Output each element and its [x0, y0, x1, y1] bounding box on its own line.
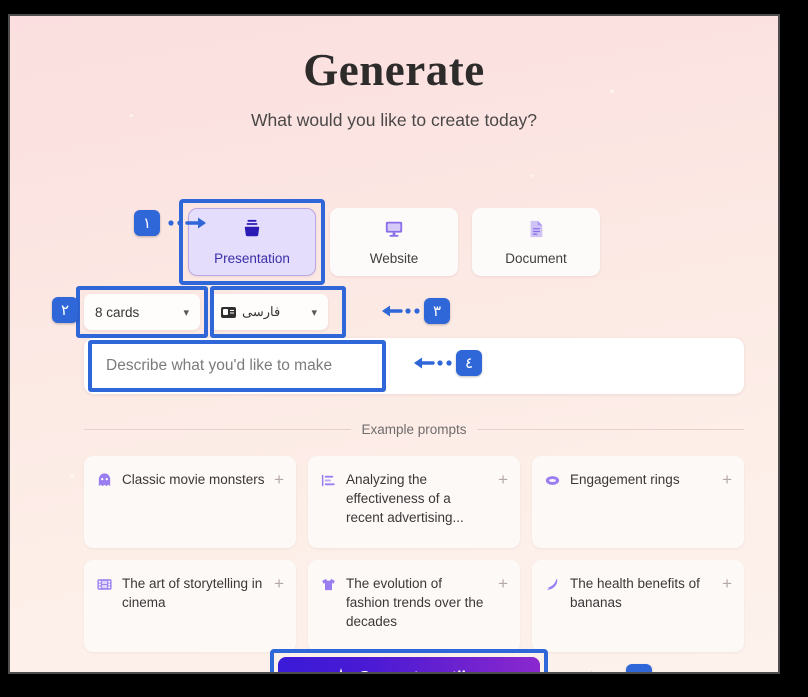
annotation-badge-4: ٤ [456, 350, 482, 376]
add-prompt-icon[interactable]: + [498, 471, 508, 488]
example-prompt-text: The evolution of fashion trends over the… [346, 576, 484, 630]
presentation-type-label: Presentation [214, 250, 290, 266]
generate-page: Generate What would you like to create t… [10, 44, 778, 672]
document-type-label: Document [505, 250, 567, 266]
sparkle-decoration [130, 114, 133, 117]
sparkle-icon [333, 667, 349, 672]
banana-icon [544, 576, 561, 593]
annotation-badge-2: ٢ [52, 297, 78, 323]
annotation-arrow-left-3 [374, 300, 422, 322]
example-prompt-text: The health benefits of bananas [570, 576, 700, 611]
document-type-card[interactable]: Document [472, 208, 600, 276]
annotation-highlight-card-count [76, 286, 208, 338]
generate-outline-label: Generate outline [358, 669, 484, 672]
page-title: Generate [303, 45, 485, 95]
annotation-badge-5: ٥ [626, 664, 652, 672]
sparkle-decoration [530, 174, 533, 177]
generate-outline-button[interactable]: Generate outline [278, 657, 540, 672]
example-prompts-label: Example prompts [361, 422, 467, 437]
bar-chart-icon [320, 472, 337, 489]
add-prompt-icon[interactable]: + [498, 575, 508, 592]
tshirt-icon [320, 576, 337, 593]
presentation-icon [241, 219, 263, 244]
example-prompt-card[interactable]: The health benefits of bananas + [532, 560, 744, 652]
example-prompts-grid: Classic movie monsters + Analyzing the e… [84, 456, 744, 652]
example-prompt-text: Classic movie monsters [122, 472, 265, 487]
sparkle-decoration [610, 89, 614, 93]
app-window: Generate What would you like to create t… [8, 14, 780, 674]
annotation-arrow-right-1 [166, 212, 214, 234]
example-prompt-card[interactable]: The art of storytelling in cinema + [84, 560, 296, 652]
example-prompt-card[interactable]: Engagement rings + [532, 456, 744, 548]
annotation-badge-1: ١ [134, 210, 160, 236]
example-prompt-card[interactable]: The evolution of fashion trends over the… [308, 560, 520, 652]
annotation-badge-3: ٣ [424, 298, 450, 324]
page-subtitle: What would you like to create today? [251, 110, 537, 130]
document-icon [525, 219, 547, 244]
annotation-highlight-language [210, 286, 346, 338]
ring-icon [544, 472, 561, 489]
example-prompt-text: The art of storytelling in cinema [122, 576, 263, 611]
example-prompt-text: Engagement rings [570, 472, 680, 487]
add-prompt-icon[interactable]: + [274, 575, 284, 592]
annotation-arrow-left-5 [576, 666, 624, 672]
divider-line [476, 429, 745, 430]
content-type-selector: Presentation Website Document [10, 199, 778, 285]
website-type-label: Website [369, 250, 419, 266]
film-strip-icon [96, 576, 113, 593]
add-prompt-icon[interactable]: + [274, 471, 284, 488]
ghost-icon [96, 472, 113, 489]
divider-line [84, 429, 352, 430]
example-prompt-card[interactable]: Classic movie monsters + [84, 456, 296, 548]
sparkle-decoration [70, 474, 74, 478]
website-type-card[interactable]: Website [330, 208, 458, 276]
prompt-placeholder: Describe what you'd like to make [106, 357, 333, 374]
example-prompts-divider: Example prompts [84, 422, 745, 437]
example-prompt-text: Analyzing the effectiveness of a recent … [346, 472, 464, 526]
annotation-arrow-left-4 [406, 352, 454, 374]
add-prompt-icon[interactable]: + [722, 471, 732, 488]
monitor-icon [383, 219, 405, 244]
example-prompt-card[interactable]: Analyzing the effectiveness of a recent … [308, 456, 520, 548]
generate-outline-wrapper: Generate outline [270, 649, 548, 672]
prompt-input[interactable]: Describe what you'd like to make [88, 340, 386, 392]
add-prompt-icon[interactable]: + [722, 575, 732, 592]
